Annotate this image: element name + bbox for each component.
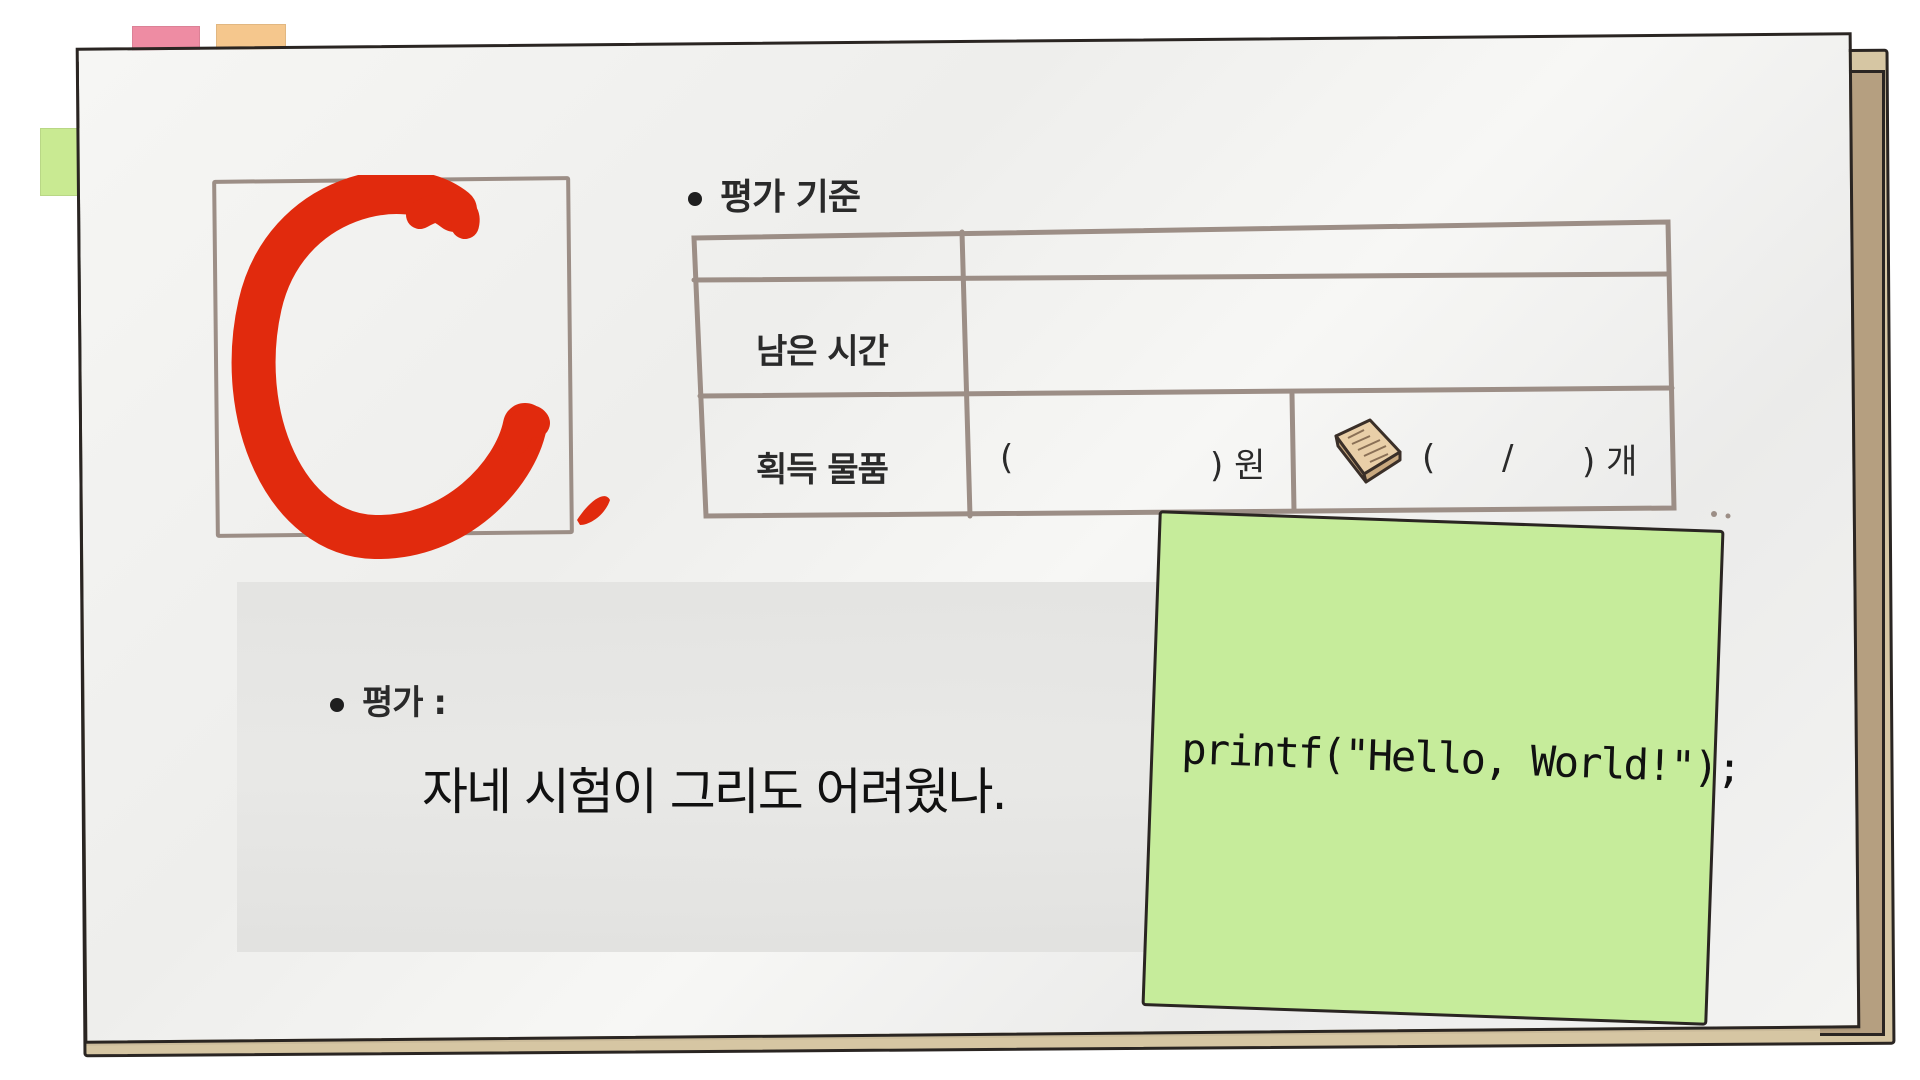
items-separator: / xyxy=(1502,438,1514,478)
criteria-table: 남은 시간 획득 물품 ( ) 원 ( / ) 개 xyxy=(690,216,1680,522)
grade-letter-text: C. xyxy=(215,175,216,176)
criteria-title: 평가 기준 xyxy=(688,168,861,220)
bullet-icon xyxy=(330,697,344,712)
items-close-unit: ) 개 xyxy=(1582,442,1638,482)
acquired-items-label: 획득 물품 xyxy=(756,450,889,490)
money-close-unit: ) 원 xyxy=(1210,446,1266,486)
sticky-note: printf("Hello, World!"); xyxy=(1141,510,1741,1026)
money-open-paren: ( xyxy=(1000,438,1014,478)
evaluation-label: 평가 : xyxy=(330,675,447,724)
book-icon xyxy=(1330,416,1402,486)
bullet-icon xyxy=(688,192,702,206)
sticky-note-text: printf("Hello, World!"); xyxy=(1180,724,1741,793)
grade-letter: C. xyxy=(215,170,635,575)
evaluation-comment: 자네 시험이 그리도 어려웠나. xyxy=(422,763,1008,821)
remaining-time-label: 남은 시간 xyxy=(756,332,889,372)
remaining-time-value xyxy=(980,316,1660,376)
evaluation-label-text: 평가 : xyxy=(362,683,447,723)
decor-dots xyxy=(1711,511,1731,519)
criteria-title-text: 평가 기준 xyxy=(720,177,861,218)
grade-c-icon xyxy=(231,170,610,559)
items-open-paren: ( xyxy=(1422,438,1436,478)
